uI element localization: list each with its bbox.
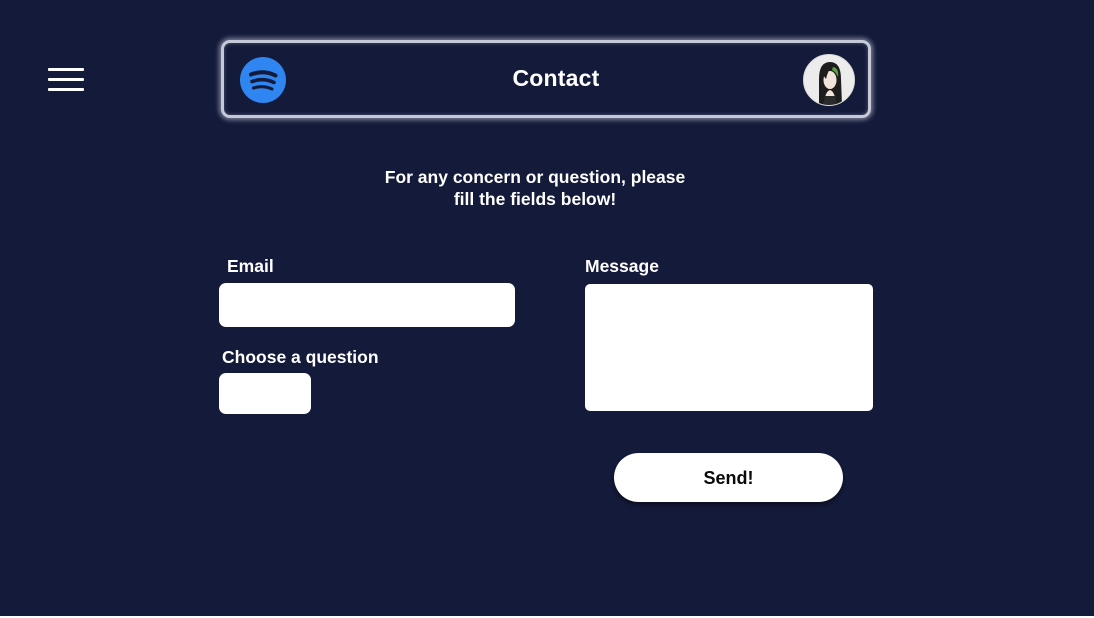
- menu-line: [48, 68, 84, 71]
- send-button[interactable]: Send!: [614, 453, 843, 502]
- hamburger-menu-icon[interactable]: [46, 66, 86, 94]
- header-bar: Contact: [221, 40, 871, 118]
- intro-line-2: fill the fields below!: [453, 189, 617, 209]
- avatar[interactable]: [803, 54, 855, 106]
- avatar-portrait: [804, 55, 854, 105]
- intro-text: For any concern or question, please fill…: [345, 166, 725, 210]
- email-field[interactable]: [219, 283, 515, 327]
- question-label: Choose a question: [222, 347, 379, 367]
- message-label: Message: [585, 256, 659, 276]
- message-field[interactable]: [585, 284, 873, 411]
- email-label: Email: [227, 256, 274, 276]
- page-title: Contact: [512, 65, 600, 91]
- question-select[interactable]: [219, 373, 311, 414]
- contact-page: Contact For any concern or question, ple…: [0, 0, 1094, 616]
- menu-line: [48, 78, 84, 81]
- menu-line: [48, 88, 84, 91]
- intro-line-1: For any concern or question, please: [384, 167, 686, 187]
